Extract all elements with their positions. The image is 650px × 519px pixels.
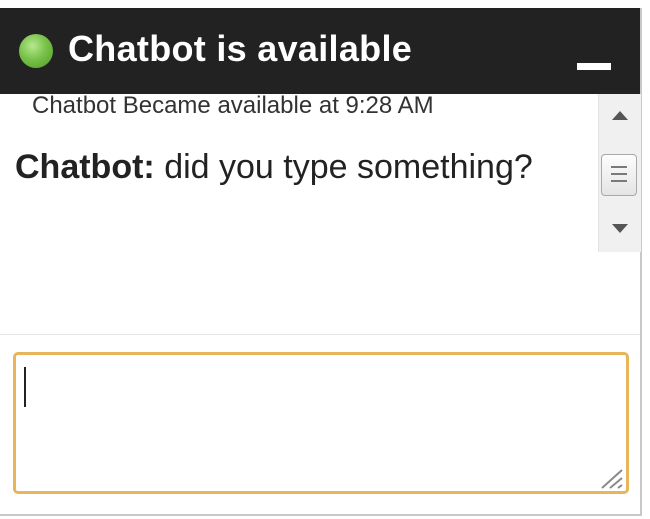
grip-line	[611, 180, 627, 182]
minimize-icon	[577, 63, 611, 70]
message-sender: Chatbot:	[15, 148, 155, 186]
minimize-button[interactable]	[570, 30, 620, 74]
scroll-thumb[interactable]	[601, 154, 637, 196]
message-input[interactable]	[13, 352, 629, 494]
resize-grip-icon[interactable]	[598, 466, 624, 490]
chat-message: Chatbot: did you type something?	[15, 144, 575, 190]
title-bar[interactable]: Chatbot is available	[0, 8, 640, 94]
status-dot-icon	[19, 34, 53, 68]
window-title: Chatbot is available	[68, 28, 413, 69]
message-text: did you type something?	[154, 148, 533, 186]
arrow-down-icon[interactable]	[599, 212, 641, 246]
system-notice: Chatbot Became available at 9:28 AM	[32, 92, 434, 119]
message-scrollbar[interactable]	[598, 94, 641, 252]
text-caret	[24, 367, 26, 407]
grip-line	[611, 166, 627, 168]
grip-line	[611, 173, 627, 175]
arrow-up-icon[interactable]	[599, 100, 641, 134]
divider	[0, 334, 640, 335]
